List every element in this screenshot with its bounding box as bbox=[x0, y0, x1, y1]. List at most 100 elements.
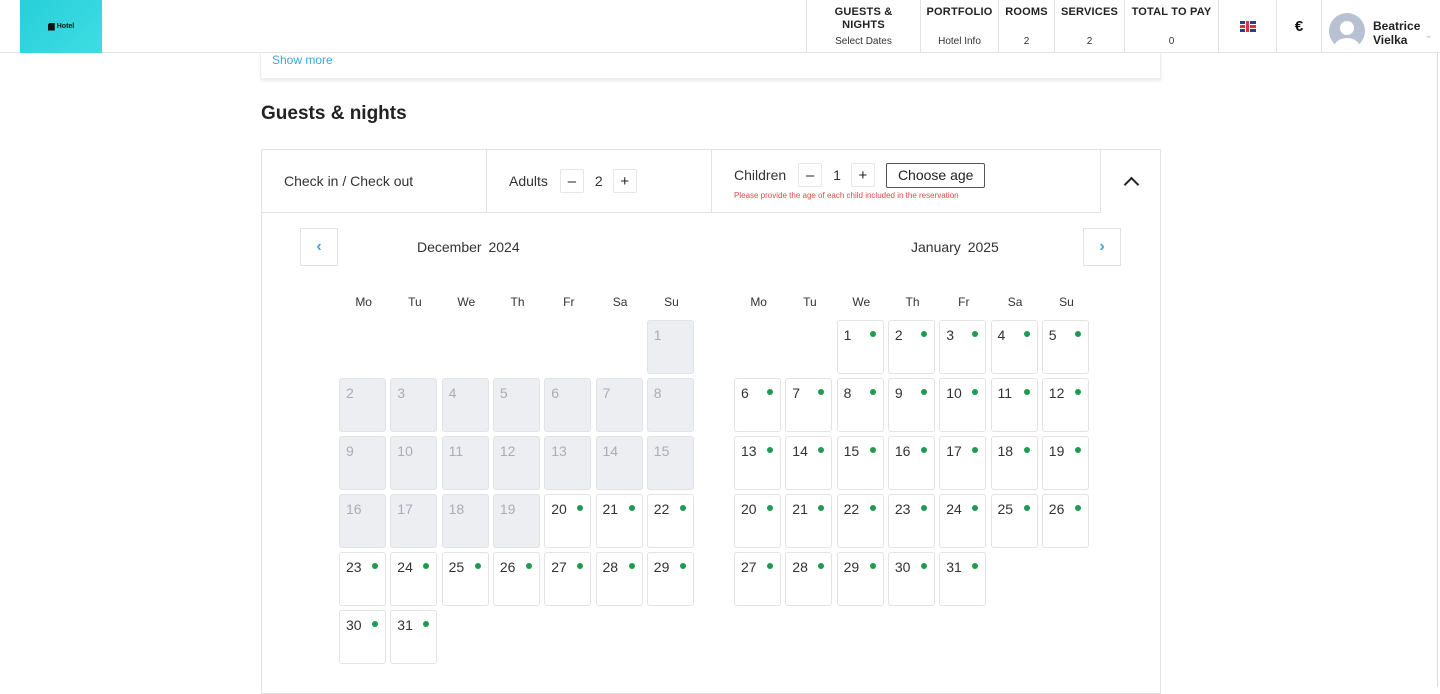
calendar-day[interactable]: 6 bbox=[734, 378, 781, 432]
calendar-day[interactable]: 18 bbox=[990, 436, 1038, 490]
chevron-left-icon: ‹ bbox=[316, 238, 322, 255]
calendar-day[interactable]: 21 bbox=[785, 494, 833, 548]
building-icon bbox=[47, 22, 55, 31]
day-number: 15 bbox=[843, 443, 860, 459]
nav-guests-nights[interactable]: GUESTS & NIGHTS Select Dates bbox=[806, 0, 920, 53]
logo-text: Hotel bbox=[56, 23, 75, 30]
calendar-day[interactable]: 31 bbox=[939, 552, 987, 606]
day-number: 31 bbox=[946, 559, 962, 575]
calendar-day[interactable]: 7 bbox=[785, 378, 833, 432]
calendar-day[interactable]: 20 bbox=[544, 494, 592, 548]
calendar-day[interactable]: 5 bbox=[1041, 320, 1089, 374]
calendar-day[interactable]: 11 bbox=[990, 378, 1038, 432]
weekday-label: Mo bbox=[750, 295, 767, 309]
availability-dot-icon bbox=[1023, 447, 1030, 453]
calendar-day[interactable]: 24 bbox=[390, 552, 438, 606]
uk-flag-icon bbox=[1239, 21, 1256, 32]
user-menu[interactable]: Beatrice Vielka ⌄ bbox=[1321, 0, 1440, 53]
availability-dot-icon bbox=[767, 563, 773, 569]
choose-age-button[interactable]: Choose age bbox=[885, 162, 986, 188]
adults-increment-button[interactable]: + bbox=[612, 169, 637, 193]
calendar-day[interactable]: 30 bbox=[887, 552, 935, 606]
calendar-day-unavailable: 1 bbox=[646, 320, 694, 374]
calendar-day[interactable]: 8 bbox=[836, 378, 884, 432]
adults-decrement-button[interactable]: – bbox=[559, 169, 584, 193]
nav-rooms[interactable]: ROOMS 2 bbox=[998, 0, 1054, 53]
calendar-day[interactable]: 14 bbox=[785, 436, 833, 490]
next-month-button[interactable]: › bbox=[1083, 228, 1121, 266]
collapse-button[interactable] bbox=[1101, 150, 1161, 213]
checkin-checkout-tab[interactable]: Check in / Check out bbox=[262, 150, 487, 212]
calendar-day[interactable]: 20 bbox=[734, 494, 781, 548]
calendar-day[interactable]: 27 bbox=[544, 552, 592, 606]
calendar-day[interactable]: 9 bbox=[887, 378, 935, 432]
nav-services[interactable]: SERVICES 2 bbox=[1054, 0, 1124, 53]
calendar-day[interactable]: 22 bbox=[836, 494, 884, 548]
calendar-day[interactable]: 17 bbox=[939, 436, 987, 490]
day-number: 20 bbox=[551, 501, 567, 517]
chevron-right-icon: › bbox=[1099, 238, 1105, 255]
previous-month-button[interactable]: ‹ bbox=[300, 228, 338, 266]
calendar-day[interactable]: 4 bbox=[990, 320, 1038, 374]
calendar-day[interactable]: 26 bbox=[492, 552, 540, 606]
calendar-day[interactable]: 29 bbox=[646, 552, 694, 606]
day-number: 3 bbox=[397, 385, 406, 401]
day-number: 11 bbox=[997, 385, 1013, 401]
calendar-day[interactable]: 23 bbox=[339, 552, 386, 606]
day-number: 25 bbox=[997, 501, 1014, 517]
calendar-day[interactable]: 13 bbox=[734, 436, 781, 490]
calendar-day[interactable]: 23 bbox=[887, 494, 935, 548]
calendar-day[interactable]: 30 bbox=[339, 610, 386, 664]
calendar-day[interactable]: 19 bbox=[1041, 436, 1089, 490]
calendar-day[interactable]: 25 bbox=[441, 552, 489, 606]
day-number: 30 bbox=[346, 617, 362, 633]
availability-dot-icon bbox=[869, 505, 876, 511]
calendar-day-unavailable: 8 bbox=[646, 378, 694, 432]
children-increment-button[interactable]: + bbox=[850, 163, 875, 187]
nav-total-value: 0 bbox=[1168, 36, 1175, 47]
calendar-day[interactable]: 22 bbox=[646, 494, 694, 548]
currency-selector[interactable]: € bbox=[1276, 0, 1321, 53]
calendar-day-unavailable: 12 bbox=[492, 436, 540, 490]
show-more-link[interactable]: Show more bbox=[272, 53, 333, 67]
avatar bbox=[1329, 12, 1365, 49]
calendar-day[interactable]: 15 bbox=[836, 436, 884, 490]
calendar-day[interactable]: 28 bbox=[785, 552, 833, 606]
availability-dot-icon bbox=[869, 447, 876, 453]
calendar-day[interactable]: 16 bbox=[887, 436, 935, 490]
calendar-day[interactable]: 10 bbox=[939, 378, 987, 432]
calendar-day[interactable]: 12 bbox=[1041, 378, 1089, 432]
day-number: 1 bbox=[843, 327, 852, 343]
calendar-day[interactable]: 24 bbox=[939, 494, 987, 548]
calendar-day[interactable]: 25 bbox=[990, 494, 1038, 548]
day-number: 4 bbox=[997, 327, 1006, 343]
hotel-logo[interactable]: Hotel bbox=[20, 0, 102, 53]
day-number: 13 bbox=[741, 443, 757, 459]
weekday-label: Fr bbox=[958, 295, 970, 309]
calendar-day[interactable]: 3 bbox=[939, 320, 987, 374]
nav-guests-nights-title: GUESTS & NIGHTS bbox=[834, 6, 893, 31]
calendar-day[interactable]: 31 bbox=[390, 610, 438, 664]
calendar-day[interactable]: 2 bbox=[887, 320, 935, 374]
nav-portfolio[interactable]: PORTFOLIO Hotel Info bbox=[920, 0, 998, 53]
calendar-day[interactable]: 29 bbox=[836, 552, 884, 606]
day-number: 27 bbox=[741, 559, 757, 575]
section-title: Guests & nights bbox=[261, 103, 407, 124]
day-number: 9 bbox=[346, 443, 354, 459]
day-number: 12 bbox=[1048, 385, 1065, 401]
children-decrement-button[interactable]: – bbox=[798, 163, 823, 187]
availability-dot-icon bbox=[1023, 331, 1030, 337]
calendar-day[interactable]: 26 bbox=[1041, 494, 1089, 548]
chevron-down-icon: ⌄ bbox=[1424, 30, 1433, 41]
language-selector[interactable] bbox=[1218, 0, 1276, 53]
calendar-day[interactable]: 1 bbox=[836, 320, 884, 374]
day-number: 18 bbox=[997, 443, 1014, 459]
age-warning-text: Please provide the age of each child inc… bbox=[734, 190, 959, 200]
calendar-day[interactable]: 21 bbox=[595, 494, 643, 548]
calendar-day[interactable]: 27 bbox=[734, 552, 781, 606]
day-number: 29 bbox=[653, 559, 670, 575]
calendar-day[interactable]: 28 bbox=[595, 552, 643, 606]
nav-total-to-pay[interactable]: TOTAL TO PAY 0 bbox=[1124, 0, 1218, 53]
day-number: 21 bbox=[792, 501, 808, 517]
availability-dot-icon bbox=[577, 563, 584, 569]
